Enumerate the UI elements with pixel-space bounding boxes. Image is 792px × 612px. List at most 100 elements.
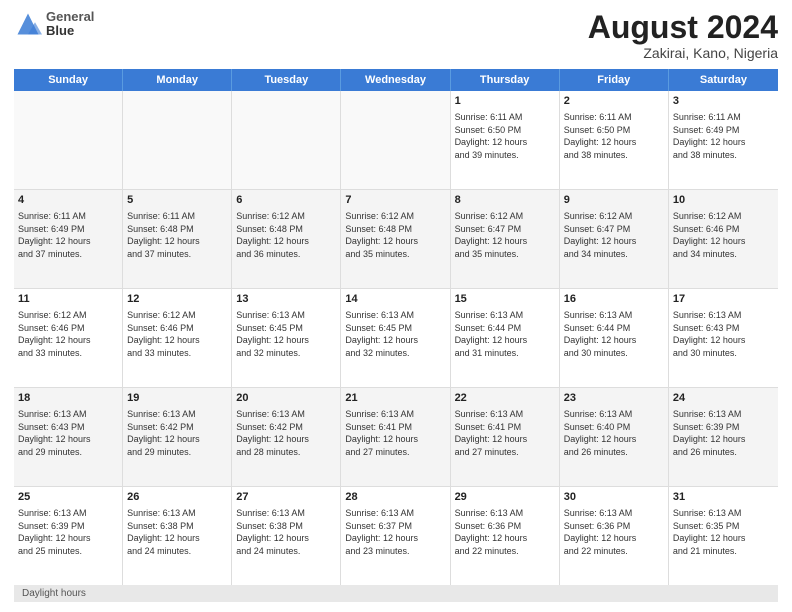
day-number: 13 — [236, 292, 336, 307]
cal-cell-17: 17 Sunrise: 6:13 AM Sunset: 6:43 PM Dayli… — [669, 289, 778, 387]
day-number: 25 — [18, 490, 118, 505]
day-info: Sunrise: 6:13 AM Sunset: 6:39 PM Dayligh… — [673, 408, 774, 458]
day-info: Sunrise: 6:13 AM Sunset: 6:36 PM Dayligh… — [564, 507, 664, 557]
day-number: 5 — [127, 193, 227, 208]
calendar-body: 1 Sunrise: 6:11 AM Sunset: 6:50 PM Daylig… — [14, 91, 778, 585]
day-info: Sunrise: 6:13 AM Sunset: 6:45 PM Dayligh… — [236, 309, 336, 359]
day-info: Sunrise: 6:11 AM Sunset: 6:49 PM Dayligh… — [18, 210, 118, 260]
day-number: 26 — [127, 490, 227, 505]
cal-cell-11: 11Sunrise: 6:12 AM Sunset: 6:46 PM Dayli… — [14, 289, 123, 387]
day-number: 30 — [564, 490, 664, 505]
cal-header-sunday: Sunday — [14, 69, 123, 91]
day-info: Sunrise: 6:11 AM Sunset: 6:48 PM Dayligh… — [127, 210, 227, 260]
main-container: General Blue August 2024 Zakirai, Kano, … — [0, 0, 792, 612]
cal-week-4: 18Sunrise: 6:13 AM Sunset: 6:43 PM Dayli… — [14, 388, 778, 487]
day-info: Sunrise: 6:12 AM Sunset: 6:47 PM Dayligh… — [564, 210, 664, 260]
cal-cell-7: 7 Sunrise: 6:12 AM Sunset: 6:48 PM Daylig… — [341, 190, 450, 288]
day-number: 17 — [673, 292, 774, 307]
day-number: 1 — [455, 94, 555, 109]
logo-icon — [14, 10, 42, 38]
cal-cell-23: 23 Sunrise: 6:13 AM Sunset: 6:40 PM Dayli… — [560, 388, 669, 486]
day-info: Sunrise: 6:13 AM Sunset: 6:39 PM Dayligh… — [18, 507, 118, 557]
cal-cell-6: 6 Sunrise: 6:12 AM Sunset: 6:48 PM Daylig… — [232, 190, 341, 288]
cal-cell-27: 27 Sunrise: 6:13 AM Sunset: 6:38 PM Dayli… — [232, 487, 341, 585]
day-info: Sunrise: 6:13 AM Sunset: 6:37 PM Dayligh… — [345, 507, 445, 557]
cal-cell-25: 25 Sunrise: 6:13 AM Sunset: 6:39 PM Dayli… — [14, 487, 123, 585]
cal-cell-empty-1 — [123, 91, 232, 189]
day-number: 20 — [236, 391, 336, 406]
note-text: Daylight hours — [22, 588, 86, 599]
day-number: 9 — [564, 193, 664, 208]
day-info: Sunrise: 6:13 AM Sunset: 6:44 PM Dayligh… — [564, 309, 664, 359]
day-info: Sunrise: 6:12 AM Sunset: 6:48 PM Dayligh… — [345, 210, 445, 260]
day-info: Sunrise: 6:13 AM Sunset: 6:42 PM Dayligh… — [236, 408, 336, 458]
cal-cell-1: 1 Sunrise: 6:11 AM Sunset: 6:50 PM Daylig… — [451, 91, 560, 189]
day-info: Sunrise: 6:13 AM Sunset: 6:35 PM Dayligh… — [673, 507, 774, 557]
day-number: 19 — [127, 391, 227, 406]
day-info: Sunrise: 6:13 AM Sunset: 6:40 PM Dayligh… — [564, 408, 664, 458]
day-number: 31 — [673, 490, 774, 505]
cal-cell-12: 12 Sunrise: 6:12 AM Sunset: 6:46 PM Dayli… — [123, 289, 232, 387]
day-info: Sunrise: 6:12 AM Sunset: 6:48 PM Dayligh… — [236, 210, 336, 260]
cal-cell-16: 16 Sunrise: 6:13 AM Sunset: 6:44 PM Dayli… — [560, 289, 669, 387]
header: General Blue August 2024 Zakirai, Kano, … — [14, 10, 778, 61]
cal-cell-14: 14 Sunrise: 6:13 AM Sunset: 6:45 PM Dayli… — [341, 289, 450, 387]
day-number: 2 — [564, 94, 664, 109]
cal-cell-empty-2 — [232, 91, 341, 189]
day-number: 22 — [455, 391, 555, 406]
day-info: Sunrise: 6:11 AM Sunset: 6:50 PM Dayligh… — [564, 111, 664, 161]
day-info: Sunrise: 6:12 AM Sunset: 6:47 PM Dayligh… — [455, 210, 555, 260]
day-info: Sunrise: 6:13 AM Sunset: 6:41 PM Dayligh… — [345, 408, 445, 458]
cal-week-5: 25 Sunrise: 6:13 AM Sunset: 6:39 PM Dayli… — [14, 487, 778, 585]
cal-cell-21: 21Sunrise: 6:13 AM Sunset: 6:41 PM Dayli… — [341, 388, 450, 486]
day-info: Sunrise: 6:13 AM Sunset: 6:41 PM Dayligh… — [455, 408, 555, 458]
cal-cell-18: 18Sunrise: 6:13 AM Sunset: 6:43 PM Dayli… — [14, 388, 123, 486]
calendar: SundayMondayTuesdayWednesdayThursdayFrid… — [14, 69, 778, 585]
day-info: Sunrise: 6:13 AM Sunset: 6:45 PM Dayligh… — [345, 309, 445, 359]
cal-cell-3: 3 Sunrise: 6:11 AM Sunset: 6:49 PM Daylig… — [669, 91, 778, 189]
day-number: 23 — [564, 391, 664, 406]
day-info: Sunrise: 6:12 AM Sunset: 6:46 PM Dayligh… — [18, 309, 118, 359]
cal-header-wednesday: Wednesday — [341, 69, 450, 91]
note-bar: Daylight hours — [14, 585, 778, 602]
day-info: Sunrise: 6:12 AM Sunset: 6:46 PM Dayligh… — [127, 309, 227, 359]
cal-cell-28: 28 Sunrise: 6:13 AM Sunset: 6:37 PM Dayli… — [341, 487, 450, 585]
main-title: August 2024 — [588, 10, 778, 45]
day-number: 7 — [345, 193, 445, 208]
cal-header-tuesday: Tuesday — [232, 69, 341, 91]
cal-cell-31: 31 Sunrise: 6:13 AM Sunset: 6:35 PM Dayli… — [669, 487, 778, 585]
day-number: 28 — [345, 490, 445, 505]
cal-cell-30: 30 Sunrise: 6:13 AM Sunset: 6:36 PM Dayli… — [560, 487, 669, 585]
logo-line1: General — [46, 10, 94, 24]
day-number: 14 — [345, 292, 445, 307]
day-info: Sunrise: 6:13 AM Sunset: 6:38 PM Dayligh… — [236, 507, 336, 557]
day-number: 29 — [455, 490, 555, 505]
day-info: Sunrise: 6:13 AM Sunset: 6:42 PM Dayligh… — [127, 408, 227, 458]
day-number: 6 — [236, 193, 336, 208]
cal-cell-20: 20 Sunrise: 6:13 AM Sunset: 6:42 PM Dayli… — [232, 388, 341, 486]
day-info: Sunrise: 6:13 AM Sunset: 6:43 PM Dayligh… — [673, 309, 774, 359]
day-number: 8 — [455, 193, 555, 208]
cal-week-1: 1 Sunrise: 6:11 AM Sunset: 6:50 PM Daylig… — [14, 91, 778, 190]
cal-cell-empty-0 — [14, 91, 123, 189]
day-info: Sunrise: 6:11 AM Sunset: 6:49 PM Dayligh… — [673, 111, 774, 161]
cal-cell-13: 13 Sunrise: 6:13 AM Sunset: 6:45 PM Dayli… — [232, 289, 341, 387]
day-info: Sunrise: 6:13 AM Sunset: 6:36 PM Dayligh… — [455, 507, 555, 557]
cal-header-thursday: Thursday — [451, 69, 560, 91]
day-number: 4 — [18, 193, 118, 208]
subtitle: Zakirai, Kano, Nigeria — [588, 45, 778, 61]
day-number: 16 — [564, 292, 664, 307]
cal-week-2: 4 Sunrise: 6:11 AM Sunset: 6:49 PM Daylig… — [14, 190, 778, 289]
cal-cell-5: 5 Sunrise: 6:11 AM Sunset: 6:48 PM Daylig… — [123, 190, 232, 288]
day-number: 3 — [673, 94, 774, 109]
day-info: Sunrise: 6:13 AM Sunset: 6:44 PM Dayligh… — [455, 309, 555, 359]
day-number: 27 — [236, 490, 336, 505]
cal-header-monday: Monday — [123, 69, 232, 91]
cal-cell-19: 19 Sunrise: 6:13 AM Sunset: 6:42 PM Dayli… — [123, 388, 232, 486]
day-info: Sunrise: 6:13 AM Sunset: 6:38 PM Dayligh… — [127, 507, 227, 557]
day-info: Sunrise: 6:11 AM Sunset: 6:50 PM Dayligh… — [455, 111, 555, 161]
cal-header-saturday: Saturday — [669, 69, 778, 91]
cal-cell-8: 8 Sunrise: 6:12 AM Sunset: 6:47 PM Daylig… — [451, 190, 560, 288]
day-number: 12 — [127, 292, 227, 307]
cal-week-3: 11Sunrise: 6:12 AM Sunset: 6:46 PM Dayli… — [14, 289, 778, 388]
